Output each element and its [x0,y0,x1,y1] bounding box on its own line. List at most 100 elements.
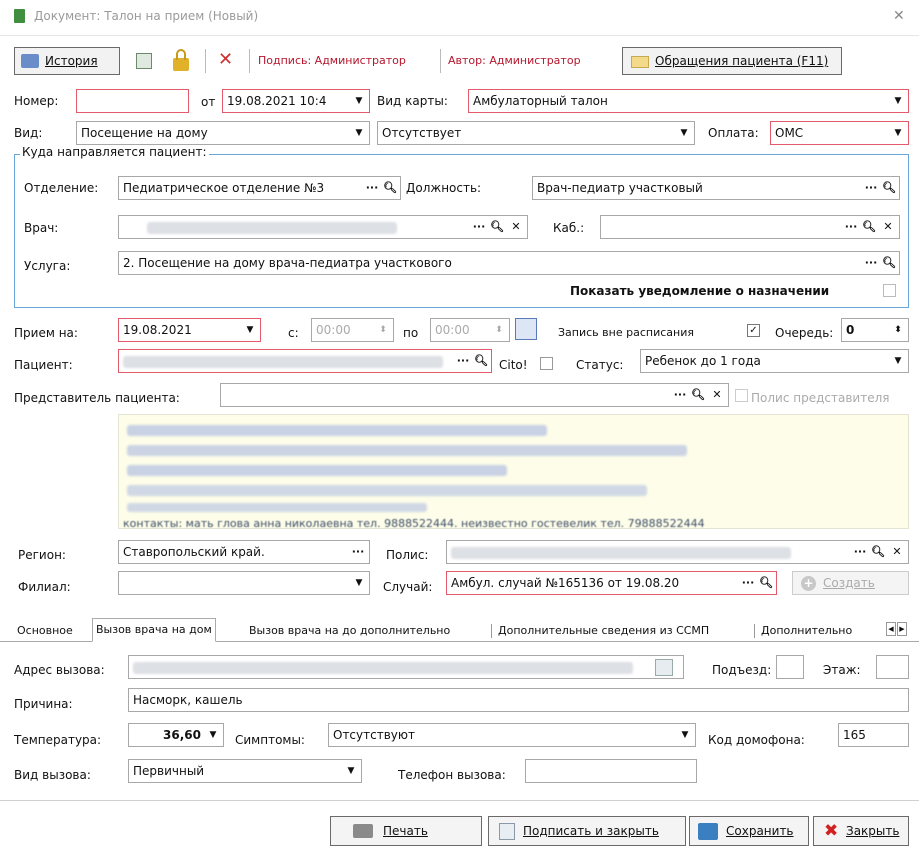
search-icon[interactable]: 🔍︎ [690,386,706,404]
save-icon [698,823,718,840]
region-input[interactable]: Ставропольский край. ··· [118,540,370,564]
patient-visits-button[interactable]: Обращения пациента (F11) [622,47,842,75]
card-type-select[interactable]: Амбулаторный талон ▼ [468,89,909,113]
print-button[interactable]: Печать [330,816,482,846]
blurred-doctor-name [147,222,397,234]
to-time-input[interactable]: 00:00 ⬍ [430,318,510,342]
patient-input[interactable]: ··· 🔍︎ [118,349,492,373]
sign-close-button[interactable]: Подписать и закрыть [488,816,686,846]
more-icon[interactable]: ··· [740,574,756,592]
tab-scroll-right-icon[interactable]: ▶ [897,622,907,636]
history-icon [21,54,39,68]
clear-icon[interactable]: ✕ [508,218,524,236]
kind2-select[interactable]: Отсутствует ▼ [377,121,695,145]
search-icon[interactable]: 🔍︎ [861,218,877,236]
more-icon[interactable]: ··· [843,218,859,236]
appointment-date[interactable]: 19.08.2021 ▼ [118,318,261,342]
temperature-input[interactable]: 36,60 ▼ [128,723,224,747]
cabinet-label: Каб.: [553,221,585,235]
search-icon[interactable]: 🔍︎ [881,254,897,272]
author-label: Автор: Администратор [448,54,581,67]
representative-input[interactable]: ··· 🔍︎ ✕ [220,383,729,407]
clear-icon[interactable]: ✕ [880,218,896,236]
cito-label: Cito! [499,358,528,372]
create-button[interactable]: + Создать [792,571,909,595]
clear-sign-icon[interactable]: ✕ [218,50,238,70]
more-icon[interactable]: ··· [863,254,879,272]
more-icon[interactable]: ··· [471,218,487,236]
chevron-down-icon: ▼ [246,325,254,335]
from-time-label: с: [288,326,299,340]
search-icon[interactable]: 🔍︎ [758,574,774,592]
chevron-down-icon: ▼ [681,730,689,740]
queue-input[interactable]: 0 ⬍ [841,318,909,342]
address-input[interactable] [128,655,684,679]
window-close-button[interactable]: ✕ [893,8,905,24]
save-button[interactable]: Сохранить [689,816,809,846]
search-icon[interactable]: 🔍︎ [870,543,886,561]
dropdown-arrow-icon[interactable]: ▼ [351,92,367,110]
more-icon[interactable]: ··· [672,386,688,404]
branch-select[interactable]: ▼ [118,571,370,595]
tab-additional[interactable]: Дополнительно [758,620,855,642]
kind-label: Вид: [14,126,43,140]
lock-shackle-icon [176,49,186,60]
more-icon[interactable]: ··· [455,352,471,370]
more-icon[interactable]: ··· [852,543,868,561]
symptoms-select[interactable]: Отсутствуют ▼ [328,723,696,747]
service-input[interactable]: 2. Посещение на дому врача-педиатра учас… [118,251,900,275]
cabinet-input[interactable]: ··· 🔍︎ ✕ [600,215,900,239]
call-type-select[interactable]: Первичный ▼ [128,759,362,783]
doctor-input[interactable]: ··· 🔍︎ ✕ [118,215,528,239]
clear-icon[interactable]: ✕ [709,386,725,404]
case-input[interactable]: Амбул. случай №165136 от 19.08.20 ··· 🔍︎ [446,571,777,595]
entrance-label: Подъезд: [712,663,772,677]
number-input[interactable] [76,89,189,113]
from-time-input[interactable]: 00:00 ⬍ [311,318,394,342]
position-label: Должность: [406,181,482,195]
doctor-label: Врач: [24,221,59,235]
show-notice-checkbox[interactable] [883,284,896,297]
clear-icon[interactable]: ✕ [889,543,905,561]
tab-home-call-extra[interactable]: Вызов врача на до дополнительно [246,620,453,642]
search-icon[interactable]: 🔍︎ [382,179,398,197]
intercom-input[interactable]: 165 [838,723,909,747]
number-label: Номер: [14,94,59,108]
off-schedule-checkbox[interactable]: ✓ [747,324,760,337]
representative-label: Представитель пациента: [14,391,180,405]
intercom-label: Код домофона: [708,733,805,747]
tab-home-call[interactable]: Вызов врача на дом [92,618,216,642]
date-input[interactable]: 19.08.2021 10:4 ▼ [222,89,370,113]
queue-label: Очередь: [775,326,834,340]
more-icon[interactable]: ··· [364,179,380,197]
tab-ssmp-info[interactable]: Дополнительные сведения из ССМП [495,620,712,642]
rep-policy-checkbox[interactable] [735,389,748,402]
tab-main[interactable]: Основное [14,620,76,642]
more-icon[interactable]: ··· [863,179,879,197]
calculator-icon[interactable] [136,53,152,69]
search-icon[interactable]: 🔍︎ [473,352,489,370]
reason-input[interactable]: Насморк, кашель [128,688,909,712]
floor-input[interactable] [876,655,909,679]
position-input[interactable]: Врач-педиатр участковый ··· 🔍︎ [532,176,900,200]
policy-input[interactable]: ··· 🔍︎ ✕ [446,540,909,564]
search-icon[interactable]: 🔍︎ [489,218,505,236]
search-icon[interactable]: 🔍︎ [881,179,897,197]
schedule-icon[interactable] [515,318,537,340]
payment-select[interactable]: ОМС ▼ [770,121,909,145]
chevron-down-icon: ▼ [894,128,902,138]
close-button[interactable]: ✖ Закрыть [813,816,909,846]
patient-contacts-text: контакты: мать глова анна николаевна тел… [123,517,705,529]
phone-input[interactable] [525,759,697,783]
tab-scroll-left-icon[interactable]: ◀ [886,622,896,636]
entrance-input[interactable] [776,655,804,679]
cito-checkbox[interactable] [540,357,553,370]
history-button[interactable]: История [14,47,120,75]
kind-select[interactable]: Посещение на дому ▼ [76,121,370,145]
more-icon[interactable]: ··· [350,543,366,561]
folder-icon [631,56,649,68]
temperature-label: Температура: [14,733,102,747]
status-select[interactable]: Ребенок до 1 года ▼ [640,349,909,373]
map-icon[interactable] [655,659,673,676]
department-input[interactable]: Педиатрическое отделение №3 ··· 🔍︎ [118,176,401,200]
